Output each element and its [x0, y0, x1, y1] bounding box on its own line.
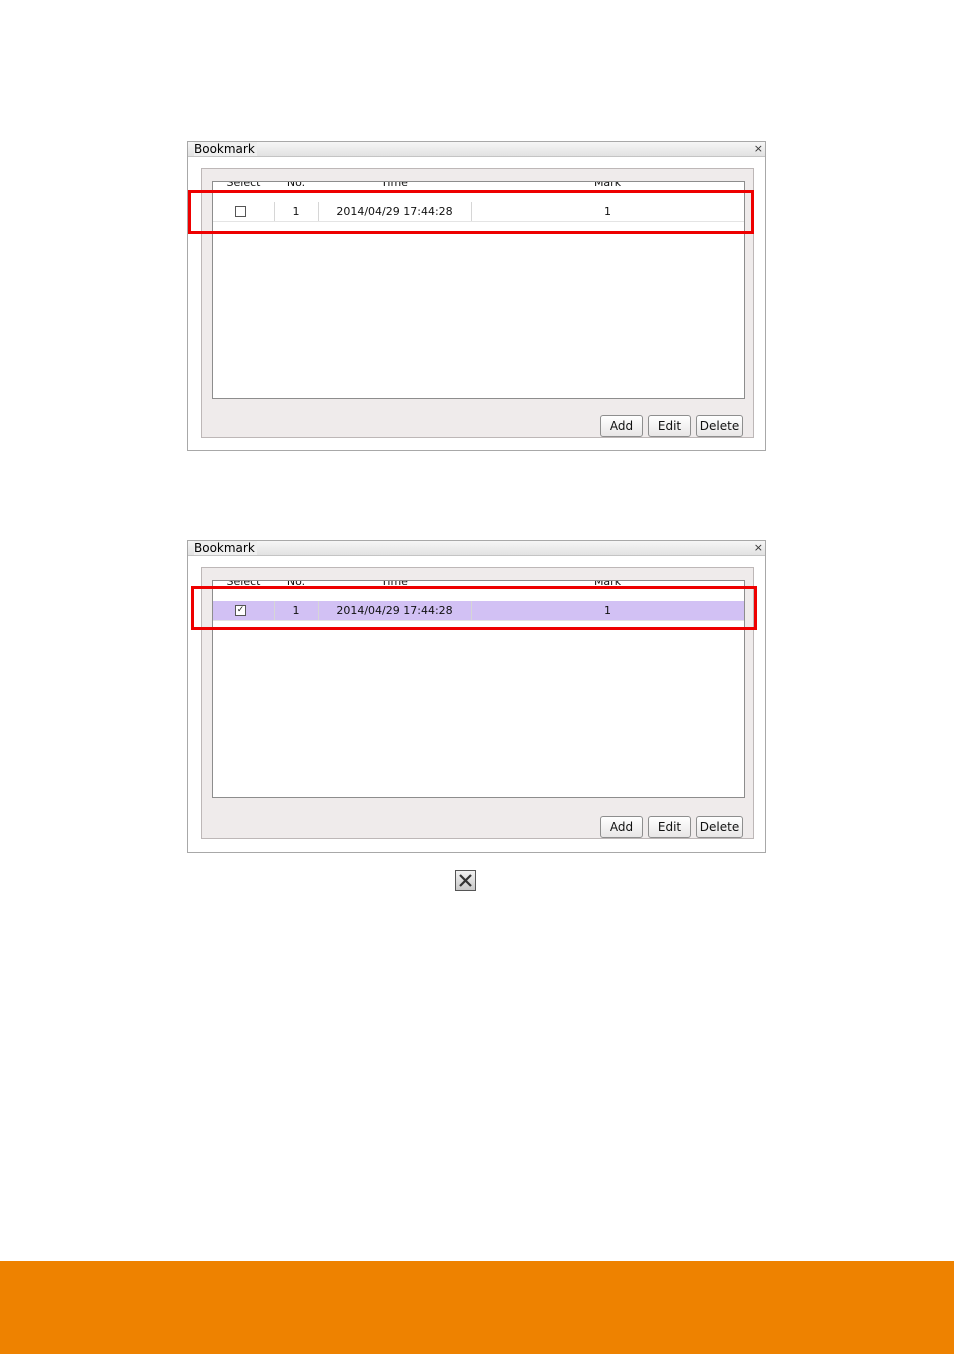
close-icon[interactable]: ×: [754, 541, 763, 554]
column-header-select[interactable]: Select: [213, 182, 274, 190]
column-header-time[interactable]: Time: [318, 182, 471, 190]
highlight-box: [191, 586, 757, 630]
delete-button[interactable]: Delete: [696, 816, 743, 838]
add-button[interactable]: Add: [600, 415, 643, 437]
add-button[interactable]: Add: [600, 816, 643, 838]
close-x-icon: [455, 870, 476, 891]
delete-button[interactable]: Delete: [696, 415, 743, 437]
titlebar: Bookmark ×: [188, 541, 765, 556]
close-x-glyph: [459, 874, 472, 887]
titlebar: Bookmark ×: [188, 142, 765, 157]
edit-button[interactable]: Edit: [648, 415, 691, 437]
column-header-mark[interactable]: Mark: [471, 182, 744, 190]
highlight-box: [188, 190, 754, 234]
bookmark-dialog-unselected: Bookmark × Select No. Time Mark 1 2014/0…: [187, 141, 766, 451]
column-header-no[interactable]: No.: [274, 182, 318, 190]
dialog-title: Bookmark: [194, 142, 257, 156]
footer-bar: [0, 1261, 954, 1354]
dialog-title: Bookmark: [194, 541, 257, 555]
edit-button[interactable]: Edit: [648, 816, 691, 838]
close-icon[interactable]: ×: [754, 142, 763, 155]
